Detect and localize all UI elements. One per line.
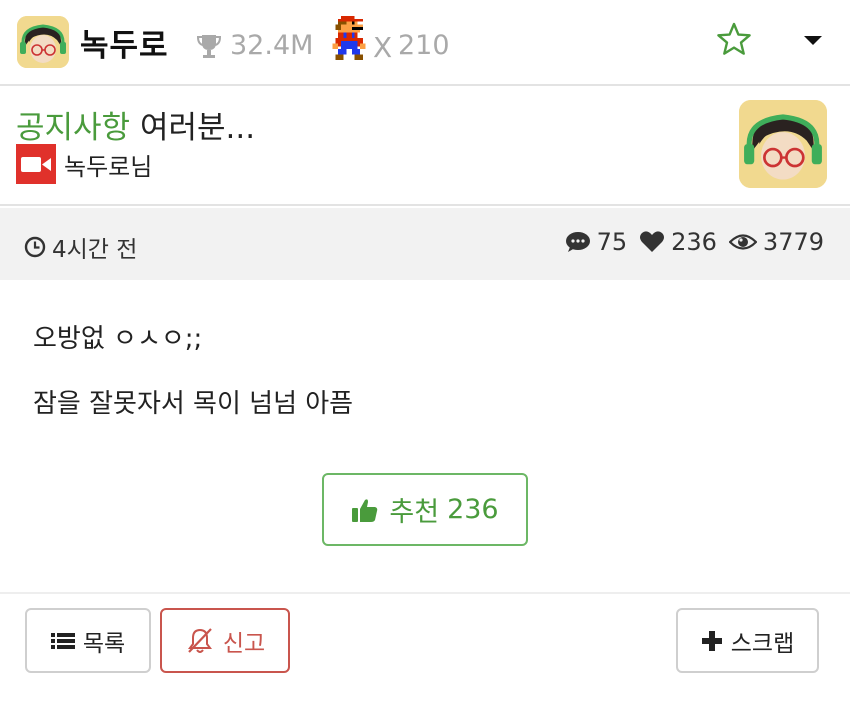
list-icon <box>50 632 75 649</box>
post-stats: 75 236 3779 <box>553 228 824 256</box>
multiplier-sign: X <box>373 31 393 64</box>
caret-down-icon[interactable] <box>800 32 826 50</box>
like-count[interactable]: 236 <box>639 228 717 256</box>
time-ago: 4시간 전 <box>52 237 138 263</box>
scrap-button[interactable]: 스크랩 <box>676 608 819 673</box>
plus-icon <box>701 630 722 651</box>
heart-icon <box>640 231 665 252</box>
bell-off-icon <box>187 627 212 653</box>
post-meta-bar: 4시간 전 75 236 3779 <box>0 208 850 280</box>
post-title[interactable]: 공지사항 여러분... <box>16 102 255 147</box>
trophy-icon <box>195 32 223 60</box>
points-value: 32.4M <box>230 30 314 61</box>
comment-count-value: 75 <box>596 228 628 256</box>
post-paragraph: 잠을 잘못자서 목이 넘넘 아픔 <box>33 389 354 419</box>
post-title-text: 여러분... <box>139 110 256 146</box>
recommend-button[interactable]: 추천 236 <box>322 473 528 546</box>
post-body: 오방없 ㅇㅅㅇ;; 잠을 잘못자서 목이 넘넘 아픔 추천 236 <box>0 280 850 592</box>
eye-icon <box>728 234 757 250</box>
recommend-count: 236 <box>447 494 499 525</box>
mario-icon <box>331 16 367 60</box>
scrap-label: 스크랩 <box>730 630 795 657</box>
like-count-value: 236 <box>671 228 717 256</box>
avatar[interactable] <box>17 16 69 68</box>
post-category: 공지사항 <box>16 110 131 146</box>
author-name: 녹두로님 <box>64 152 153 181</box>
view-count: 3779 <box>728 228 824 256</box>
view-count-value: 3779 <box>762 228 824 256</box>
list-button[interactable]: 목록 <box>25 608 151 673</box>
list-label: 목록 <box>82 630 126 657</box>
level-value: 210 <box>398 30 450 61</box>
clock-icon <box>24 236 46 258</box>
author-line[interactable]: 녹두로님 <box>16 144 152 184</box>
star-icon[interactable] <box>716 22 752 56</box>
post-paragraph: 오방없 ㅇㅅㅇ;; <box>33 324 203 354</box>
recommend-label: 추천 <box>389 497 440 528</box>
thumbs-up-icon <box>352 498 378 522</box>
post-time: 4시간 전 <box>24 230 137 264</box>
comment-icon <box>565 232 590 252</box>
author-avatar[interactable] <box>739 100 827 188</box>
top-bar: 녹두로 32.4M X 210 <box>0 0 850 86</box>
report-button[interactable]: 신고 <box>160 608 290 673</box>
post-header: 공지사항 여러분... 녹두로님 <box>0 88 850 206</box>
video-icon <box>16 144 56 184</box>
username[interactable]: 녹두로 <box>80 20 169 65</box>
comment-count[interactable]: 75 <box>565 228 628 256</box>
divider <box>0 592 850 594</box>
report-label: 신고 <box>222 630 266 657</box>
